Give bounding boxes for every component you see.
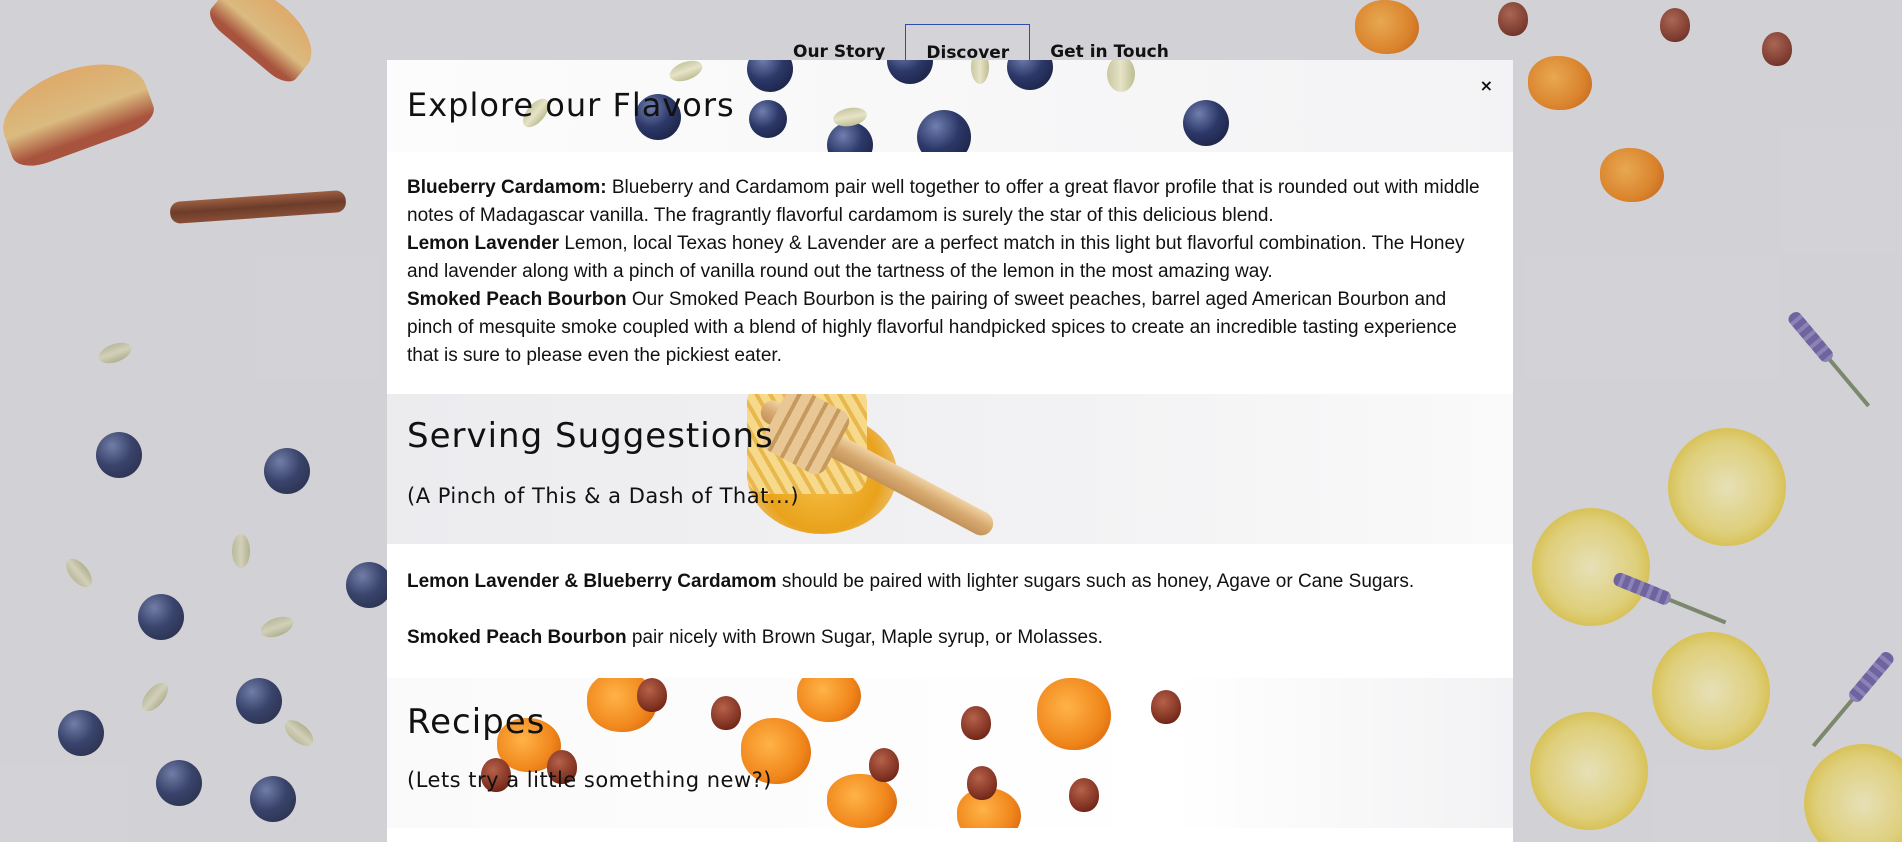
serving-description: pair nicely with Brown Sugar, Maple syru… [626,627,1103,648]
flavor-item: Lemon Lavender Lemon, local Texas honey … [407,230,1493,286]
serving-subtitle: (A Pinch of This & a Dash of That...) [407,484,800,508]
serving-description: should be paired with lighter sugars suc… [776,571,1415,592]
flavor-name: Blueberry Cardamom: [407,177,607,198]
serving-flavor-name: Smoked Peach Bourbon [407,627,627,648]
serving-banner: Serving Suggestions (A Pinch of This & a… [387,394,1513,544]
serving-title: Serving Suggestions [407,416,774,456]
discover-modal: × Explore our Flavors Blueberry Cardamom… [387,60,1513,842]
close-button[interactable]: × [1480,76,1493,95]
recipes-banner: Recipes (Lets try a little something new… [387,678,1513,828]
serving-item: Smoked Peach Bourbon pair nicely with Br… [407,624,1493,652]
flavor-name: Lemon Lavender [407,233,560,254]
recipes-subtitle: (Lets try a little something new?) [407,768,772,792]
nav-item-discover[interactable]: Discover [905,24,1031,63]
serving-flavor-name: Lemon Lavender & Blueberry Cardamom [407,571,777,592]
flavors-banner: Explore our Flavors [387,60,1513,152]
blueberry-image [827,122,873,152]
flavor-description: Lemon, local Texas honey & Lavender are … [407,233,1465,282]
flavor-name: Smoked Peach Bourbon [407,289,627,310]
flavors-title: Explore our Flavors [407,86,735,124]
serving-item: Lemon Lavender & Blueberry Cardamom shou… [407,568,1493,596]
recipes-title: Recipes [407,702,546,742]
nav-item-our-story[interactable]: Our Story [773,24,905,62]
flavor-item: Blueberry Cardamom: Blueberry and Cardam… [407,174,1493,230]
nav-item-get-in-touch[interactable]: Get in Touch [1030,24,1189,62]
serving-content: Lemon Lavender & Blueberry Cardamom shou… [387,544,1513,678]
flavor-item: Smoked Peach Bourbon Our Smoked Peach Bo… [407,286,1493,370]
flavors-content: Blueberry Cardamom: Blueberry and Cardam… [387,152,1513,394]
top-nav: Our Story Discover Get in Touch [773,24,1189,63]
